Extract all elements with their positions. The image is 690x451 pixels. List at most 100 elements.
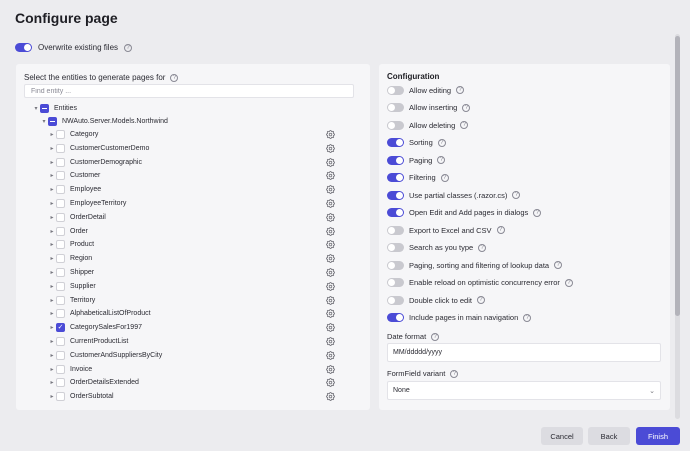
entity-checkbox[interactable]: [56, 309, 65, 319]
help-icon[interactable]: ?: [523, 313, 532, 322]
config-toggle[interactable]: [387, 278, 404, 287]
help-icon[interactable]: ?: [554, 261, 563, 269]
entity-row[interactable]: ▸ OrderDetail: [48, 211, 370, 224]
entity-checkbox[interactable]: [56, 240, 65, 250]
gear-icon[interactable]: [326, 309, 335, 319]
entity-row[interactable]: ▸ OrderSubtotal: [48, 390, 370, 403]
entity-row[interactable]: ▸ CustomerAndSuppliersByCity: [48, 349, 370, 362]
config-toggle[interactable]: [387, 313, 404, 322]
entity-checkbox[interactable]: ✓: [56, 323, 65, 333]
config-option-row[interactable]: Paging, sorting and filtering of lookup …: [387, 259, 563, 271]
entity-checkbox[interactable]: [56, 226, 65, 236]
overwrite-toggle[interactable]: [15, 43, 32, 52]
gear-icon[interactable]: [326, 185, 335, 195]
config-toggle[interactable]: [387, 85, 404, 95]
gear-icon[interactable]: [326, 199, 335, 208]
config-toggle[interactable]: [387, 173, 404, 182]
caret-right-icon[interactable]: ▸: [48, 200, 56, 207]
caret-right-icon[interactable]: ▸: [48, 186, 56, 193]
config-toggle[interactable]: [387, 243, 404, 252]
help-icon[interactable]: ?: [496, 226, 505, 234]
gear-icon[interactable]: [326, 337, 335, 346]
gear-icon[interactable]: [326, 254, 335, 264]
caret-right-icon[interactable]: ▸: [48, 352, 56, 359]
gear-icon[interactable]: [326, 130, 335, 139]
entity-checkbox[interactable]: [56, 143, 65, 153]
entity-row[interactable]: ▸ Product: [48, 238, 370, 251]
scrollbar[interactable]: [675, 34, 680, 419]
help-icon[interactable]: ?: [476, 296, 485, 304]
entity-row[interactable]: ▸ Shipper: [48, 266, 370, 279]
caret-right-icon[interactable]: ▸: [48, 283, 56, 290]
entity-row[interactable]: ▸ AlphabeticalListOfProduct: [48, 307, 370, 320]
caret-right-icon[interactable]: ▸: [48, 393, 56, 400]
config-toggle[interactable]: [387, 155, 404, 165]
tree-model-row[interactable]: ▾ NWAuto.Server.Models.Northwind: [40, 115, 168, 128]
gear-icon[interactable]: [326, 226, 335, 236]
help-icon[interactable]: ?: [437, 156, 446, 164]
help-icon[interactable]: ?: [431, 332, 440, 341]
help-icon[interactable]: ?: [124, 43, 133, 52]
caret-down-icon[interactable]: ▾: [32, 105, 40, 112]
config-option-row[interactable]: Allow editing?: [387, 84, 465, 96]
entity-row[interactable]: ▸ Supplier: [48, 280, 370, 293]
config-toggle[interactable]: [387, 103, 404, 112]
date-format-input[interactable]: MM/ddddd/yyyy: [387, 343, 661, 362]
help-icon[interactable]: ?: [450, 369, 459, 378]
gear-icon[interactable]: [326, 323, 335, 333]
help-icon[interactable]: ?: [478, 243, 487, 252]
entity-checkbox[interactable]: [56, 350, 65, 360]
gear-icon[interactable]: [326, 350, 335, 360]
entity-checkbox[interactable]: [56, 392, 65, 402]
tree-root-row[interactable]: ▾ Entities: [32, 102, 77, 115]
entity-checkbox[interactable]: [56, 212, 65, 222]
config-toggle[interactable]: [387, 295, 404, 305]
scrollbar-thumb[interactable]: [675, 36, 680, 316]
entity-checkbox[interactable]: [56, 364, 65, 374]
entity-checkbox[interactable]: [56, 378, 65, 388]
entity-checkbox[interactable]: [56, 130, 65, 139]
gear-icon[interactable]: [326, 240, 335, 250]
entity-row[interactable]: ▸ OrderDetailsExtended: [48, 376, 370, 389]
back-button[interactable]: Back: [588, 427, 630, 445]
help-icon[interactable]: ?: [564, 278, 573, 287]
gear-icon[interactable]: [326, 392, 335, 402]
config-option-row[interactable]: Use partial classes (.razor.cs)?: [387, 189, 521, 201]
config-option-row[interactable]: Enable reload on optimistic concurrency …: [387, 277, 573, 289]
caret-right-icon[interactable]: ▸: [48, 310, 56, 317]
entity-checkbox[interactable]: [56, 337, 65, 346]
gear-icon[interactable]: [326, 171, 335, 181]
entity-row[interactable]: ▸ CurrentProductList: [48, 335, 370, 348]
entity-checkbox[interactable]: [56, 295, 65, 305]
config-option-row[interactable]: Filtering?: [387, 172, 449, 184]
entity-row[interactable]: ▸ Territory: [48, 294, 370, 307]
formfield-variant-select[interactable]: None ⌄: [387, 381, 661, 400]
caret-right-icon[interactable]: ▸: [48, 366, 56, 373]
entity-row[interactable]: ▸ Employee: [48, 183, 370, 196]
help-icon[interactable]: ?: [437, 138, 446, 147]
entity-row[interactable]: ▸ ✓ CategorySalesFor1997: [48, 321, 370, 334]
finish-button[interactable]: Finish: [636, 427, 680, 445]
model-checkbox[interactable]: [48, 117, 57, 126]
help-icon[interactable]: ?: [460, 121, 469, 129]
help-icon[interactable]: ?: [170, 73, 179, 82]
caret-right-icon[interactable]: ▸: [48, 269, 56, 276]
caret-right-icon[interactable]: ▸: [48, 172, 56, 179]
config-option-row[interactable]: Search as you type?: [387, 242, 487, 254]
config-option-row[interactable]: Double click to edit?: [387, 294, 485, 306]
entity-row[interactable]: ▸ Invoice: [48, 363, 370, 376]
gear-icon[interactable]: [326, 378, 335, 388]
caret-right-icon[interactable]: ▸: [48, 324, 56, 331]
caret-right-icon[interactable]: ▸: [48, 255, 56, 262]
entity-row[interactable]: ▸ Region: [48, 252, 370, 265]
entity-row[interactable]: ▸ Customer: [48, 169, 370, 182]
help-icon[interactable]: ?: [533, 208, 542, 217]
help-icon[interactable]: ?: [456, 86, 465, 94]
caret-right-icon[interactable]: ▸: [48, 241, 56, 248]
gear-icon[interactable]: [326, 281, 335, 291]
config-toggle[interactable]: [387, 190, 404, 200]
config-toggle[interactable]: [387, 208, 404, 217]
caret-right-icon[interactable]: ▸: [48, 131, 56, 138]
caret-right-icon[interactable]: ▸: [48, 145, 56, 152]
root-checkbox[interactable]: [40, 104, 49, 113]
